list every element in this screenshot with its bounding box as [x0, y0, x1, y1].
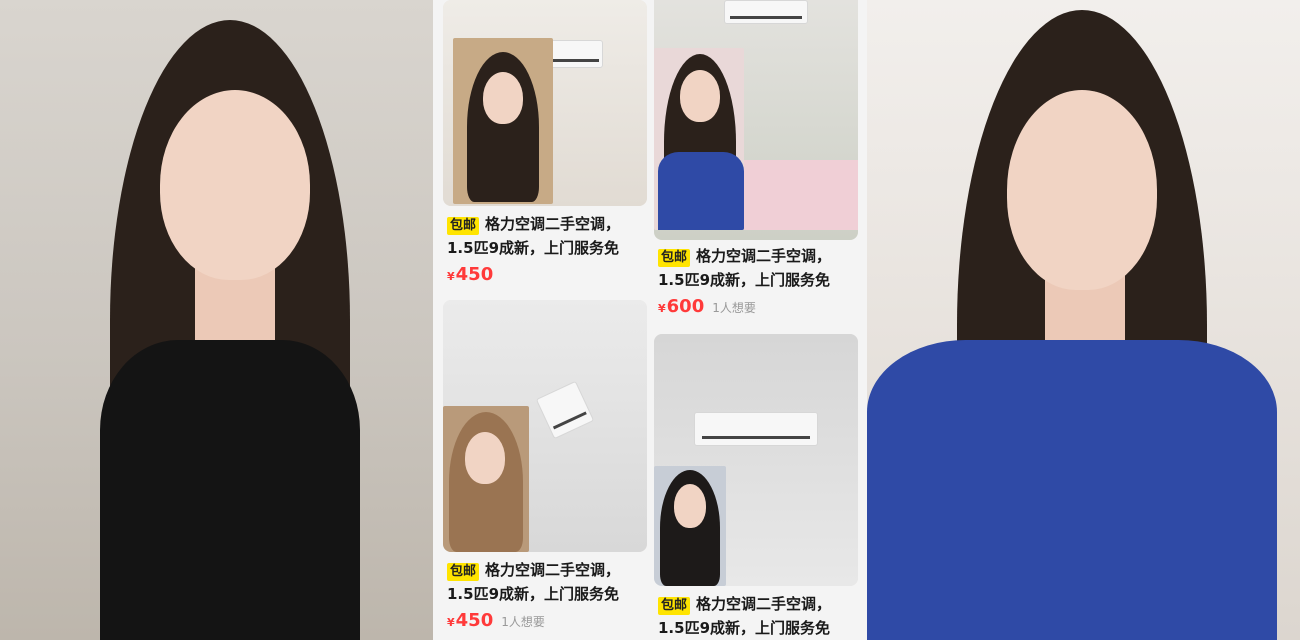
free-shipping-badge: 包邮: [447, 217, 480, 235]
listing-info: 包邮 格力空调二手空调， 1.5匹9成新，上门服务免 ¥600 1人想要: [658, 244, 858, 317]
listing-feed[interactable]: 包邮 格力空调二手空调， 1.5匹9成新，上门服务免 ¥450 包邮 格力空调二…: [433, 0, 867, 640]
listing-title: 包邮 格力空调二手空调， 1.5匹9成新，上门服务免: [447, 212, 647, 260]
portrait-inset: [654, 466, 726, 586]
free-shipping-badge: 包邮: [658, 597, 691, 615]
currency-symbol: ¥: [447, 270, 455, 283]
portrait-inset: [443, 406, 529, 552]
listing-price: ¥450: [447, 264, 493, 285]
listing-title-line2: 1.5匹9成新，上门服务免: [658, 271, 831, 289]
listing-title-line1: 格力空调二手空调，: [485, 215, 621, 233]
listing-title: 包邮 格力空调二手空调， 1.5匹9成新，上门服务免: [447, 558, 647, 606]
left-portrait-photo: [0, 0, 433, 640]
free-shipping-badge: 包邮: [447, 563, 480, 581]
portrait-inset: [654, 48, 744, 230]
listing-info: 包邮 格力空调二手空调， 1.5匹9成新，上门服务免: [658, 592, 858, 640]
listing-title-line2: 1.5匹9成新，上门服务免: [447, 585, 620, 603]
face-shape: [160, 90, 310, 280]
listing-price: ¥450: [447, 610, 493, 631]
listing-thumbnail[interactable]: [443, 300, 647, 552]
right-portrait-photo: [867, 0, 1300, 640]
wants-count: 1人想要: [712, 301, 756, 315]
price-row: ¥600 1人想要: [658, 296, 858, 317]
listing-thumbnail[interactable]: [654, 0, 858, 240]
listing-title-line2: 1.5匹9成新，上门服务免: [447, 239, 620, 257]
blue-top-shape: [658, 152, 744, 230]
black-top-shape: [100, 340, 360, 640]
face-shape: [465, 432, 505, 484]
price-value: 600: [666, 296, 705, 317]
face-shape: [1007, 90, 1157, 290]
portrait-inset: [453, 38, 553, 204]
listing-title-line2: 1.5匹9成新，上门服务免: [658, 619, 831, 637]
blue-top-shape: [867, 340, 1277, 640]
air-conditioner-image: [724, 0, 808, 24]
air-conditioner-image: [694, 412, 818, 446]
price-row: ¥450 1人想要: [447, 610, 647, 631]
listing-title: 包邮 格力空调二手空调， 1.5匹9成新，上门服务免: [658, 244, 858, 292]
listing-price: ¥600: [658, 296, 704, 317]
listing-thumbnail[interactable]: [654, 334, 858, 586]
bed-image: [744, 160, 858, 230]
face-shape: [483, 72, 523, 124]
listing-info: 包邮 格力空调二手空调， 1.5匹9成新，上门服务免 ¥450: [447, 212, 647, 285]
listing-title-line1: 格力空调二手空调，: [696, 247, 832, 265]
free-shipping-badge: 包邮: [658, 249, 691, 267]
currency-symbol: ¥: [447, 616, 455, 629]
face-shape: [674, 484, 706, 528]
face-shape: [680, 70, 720, 122]
price-value: 450: [455, 610, 494, 631]
wants-count: 1人想要: [501, 615, 545, 629]
listing-info: 包邮 格力空调二手空调， 1.5匹9成新，上门服务免 ¥450 1人想要: [447, 558, 647, 631]
currency-symbol: ¥: [658, 302, 666, 315]
listing-thumbnail[interactable]: [443, 0, 647, 206]
listing-title-line1: 格力空调二手空调，: [485, 561, 621, 579]
price-row: ¥450: [447, 264, 647, 285]
collage: 包邮 格力空调二手空调， 1.5匹9成新，上门服务免 ¥450 包邮 格力空调二…: [0, 0, 1300, 640]
listing-title: 包邮 格力空调二手空调， 1.5匹9成新，上门服务免: [658, 592, 858, 640]
price-value: 450: [455, 264, 494, 285]
listing-title-line1: 格力空调二手空调，: [696, 595, 832, 613]
